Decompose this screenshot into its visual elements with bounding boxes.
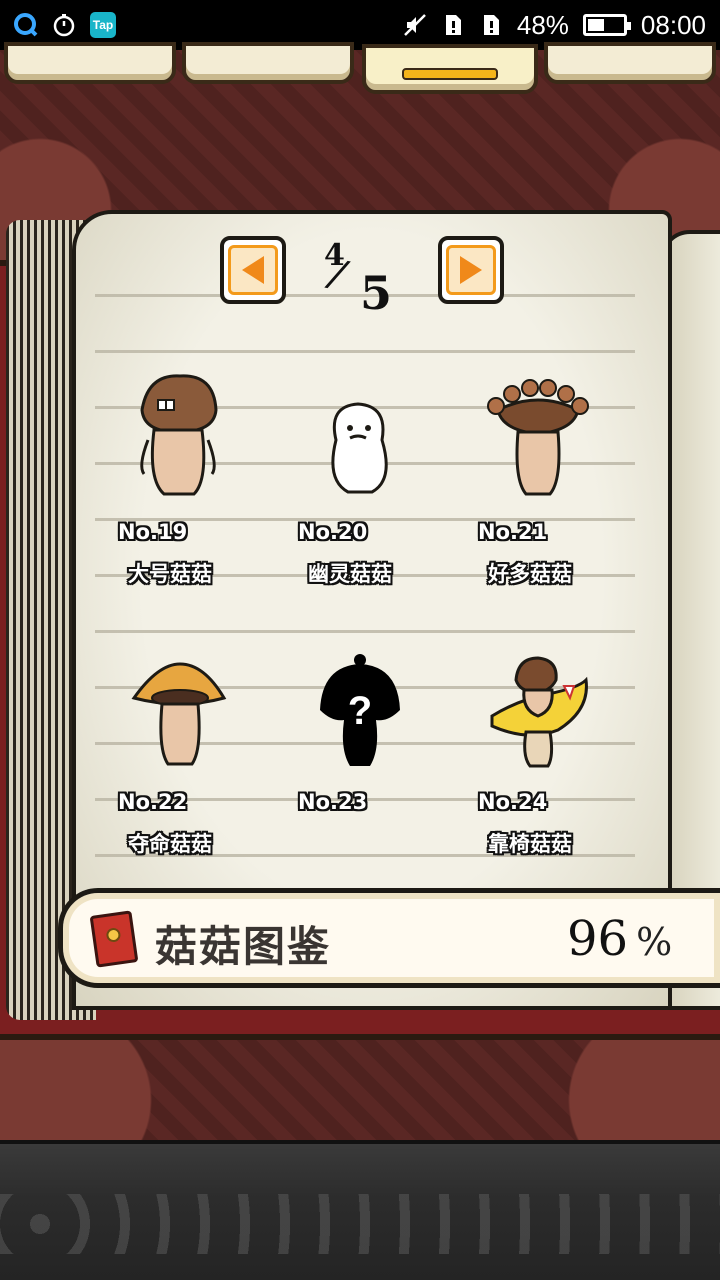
collection-summary-bar: 菇菇图鉴 96% (58, 888, 720, 988)
no-sim-2-icon (483, 15, 499, 35)
entry-name: 大号菇菇 (128, 562, 212, 586)
entry-number: No.24 (478, 790, 548, 814)
mushroom-entry-22[interactable]: No.22 夺命菇菇 (118, 640, 298, 870)
collection-title: 菇菇图鉴 (155, 922, 332, 971)
no-sim-icon (445, 15, 461, 35)
entry-number: No.20 (298, 520, 368, 544)
ghost-mushroom-icon (331, 402, 388, 494)
tab-encyclopedia[interactable] (362, 44, 538, 94)
entry-number: No.21 (478, 520, 548, 544)
bottom-decor-panel (0, 1140, 720, 1280)
arrow-left-icon (242, 256, 264, 284)
tab-4[interactable] (544, 42, 716, 84)
clock: 08:00 (640, 9, 706, 40)
battery-percent: 48% (516, 9, 569, 40)
big-mushroom-icon (140, 374, 218, 496)
mushroom-entry-19[interactable]: No.19 大号菇菇 (118, 370, 298, 600)
mute-icon (403, 14, 426, 36)
next-page-button[interactable] (438, 236, 504, 304)
battery-icon (582, 14, 631, 36)
entry-name: 好多菇菇 (488, 562, 572, 586)
browser-q-icon (14, 13, 38, 37)
top-tab-bar (0, 42, 720, 96)
entry-number: No.22 (118, 790, 188, 814)
tab-1[interactable] (4, 42, 176, 84)
page-indicator: 4 ⁄ 5 (320, 238, 400, 328)
svg-text:?: ? (348, 689, 372, 733)
mushroom-ornament-strip (0, 1194, 720, 1254)
prev-page-button[interactable] (220, 236, 286, 304)
entry-number: No.23 (298, 790, 368, 814)
mushroom-entry-23[interactable]: ? No.23 (298, 640, 478, 870)
key-emblem-icon (105, 927, 122, 943)
mushroom-entry-24[interactable]: No.24 靠椅菇菇 (478, 640, 658, 870)
unknown-silhouette-icon: ? (320, 654, 400, 766)
mushroom-entry-20[interactable]: No.20 幽灵菇菇 (298, 370, 478, 600)
deadly-mushroom-icon (131, 662, 227, 766)
next-page-inner (446, 245, 496, 295)
tap-app-label: Tap (92, 18, 114, 32)
arrow-right-icon (460, 256, 482, 284)
stopwatch-icon (53, 14, 75, 37)
page-total: 5 (360, 266, 393, 320)
completion-percent: 96% (567, 911, 672, 967)
lounging-mushroom-icon (490, 656, 588, 768)
tab-2[interactable] (182, 42, 354, 84)
encyclopedia-book-icon (89, 910, 139, 968)
entry-name: 靠椅菇菇 (488, 832, 572, 856)
prev-page-inner (228, 245, 278, 295)
mushroom-entry-21[interactable]: No.21 好多菇菇 (478, 370, 658, 600)
completion-value: 96 (567, 911, 629, 967)
entry-name: 夺命菇菇 (128, 832, 212, 856)
tab-active-label-graphic (402, 68, 498, 80)
tap-app-icon: Tap (90, 12, 116, 38)
entry-name: 幽灵菇菇 (308, 562, 392, 586)
entry-number: No.19 (118, 520, 188, 544)
many-mushrooms-icon (487, 379, 589, 496)
completion-unit: % (636, 920, 673, 964)
